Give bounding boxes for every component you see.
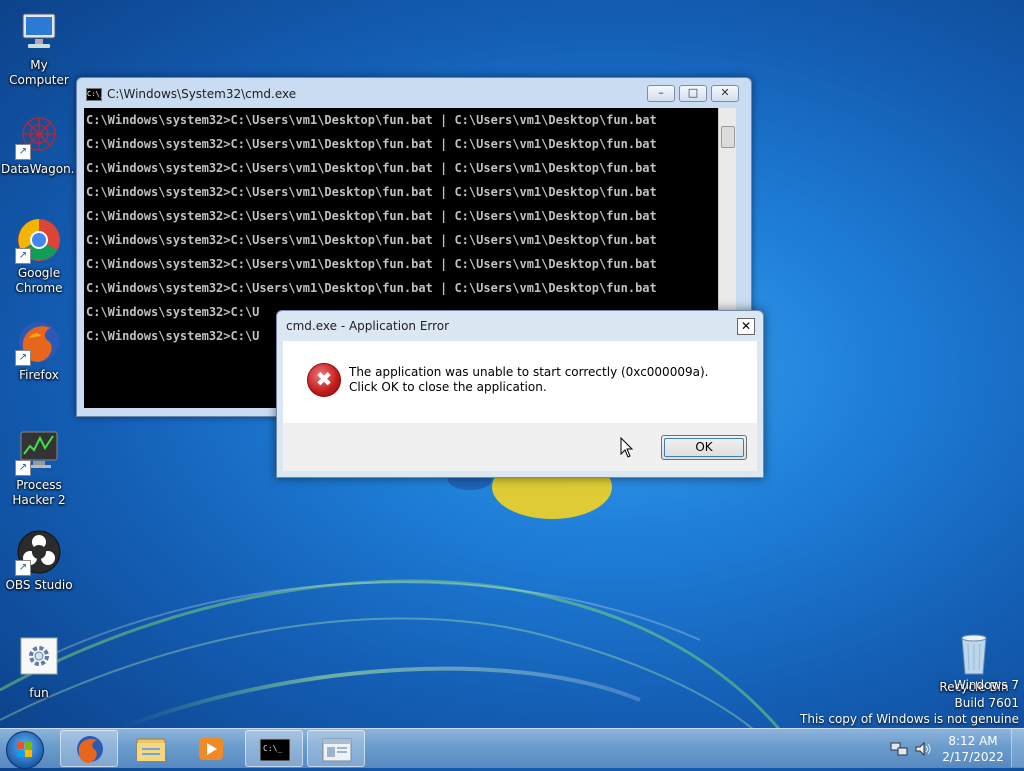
network-icon[interactable] [890, 741, 908, 757]
media-player-icon [199, 738, 223, 760]
watermark-build: Build 7601 [954, 696, 1019, 710]
console-line: C:\Windows\system32>C:\Users\vm1\Desktop… [86, 281, 657, 295]
start-button[interactable] [6, 731, 44, 769]
firefox-icon [77, 736, 103, 763]
desktop-icon-chrome[interactable]: ↗ Google Chrome [1, 216, 77, 296]
show-desktop-button[interactable] [1011, 729, 1024, 767]
desktop-icon-process-hacker[interactable]: ↗ Process Hacker 2 [1, 428, 77, 508]
taskbar: C:\_ 8:12 AM 2/17/2022 [0, 728, 1024, 769]
volume-icon[interactable] [914, 741, 932, 757]
taskbar-firefox-button[interactable] [60, 730, 118, 767]
console-line: C:\Windows\system32>C:\Users\vm1\Desktop… [86, 185, 657, 199]
console-line: C:\Windows\system32>C:\Users\vm1\Desktop… [86, 233, 657, 247]
dialog-body: ✖ The application was unable to start co… [283, 341, 757, 423]
maximize-button[interactable]: □ [679, 85, 707, 102]
desktop-icon-fun[interactable]: fun [1, 636, 77, 701]
shortcut-arrow-icon: ↗ [15, 350, 31, 366]
ok-button-label: OK [695, 440, 713, 454]
desktop-icon-label: OBS Studio [5, 578, 73, 592]
minimize-button[interactable]: – [647, 85, 675, 102]
desktop-icon-firefox[interactable]: ↗ Firefox [1, 318, 77, 383]
console-line: C:\Windows\system32>C:\Users\vm1\Desktop… [86, 113, 657, 127]
shortcut-arrow-icon: ↗ [15, 248, 31, 264]
process-hacker-icon: ↗ [15, 428, 63, 476]
chrome-icon: ↗ [15, 216, 63, 264]
console-line: C:\Windows\system32>C:\Users\vm1\Desktop… [86, 137, 657, 151]
desktop-icon-label: Firefox [19, 368, 59, 382]
shortcut-arrow-icon: ↗ [15, 144, 31, 160]
error-message: The application was unable to start corr… [349, 365, 709, 394]
windows-flag-icon [17, 742, 32, 757]
firefox-icon: ↗ [15, 318, 63, 366]
taskbar-window-button[interactable] [307, 730, 365, 767]
datawagon-icon: ↗ [15, 112, 63, 160]
console-line: C:\Windows\system32>C:\Users\vm1\Desktop… [86, 257, 657, 271]
dialog-close-button[interactable]: ✕ [737, 318, 755, 335]
desktop-icon-label: My Computer [9, 58, 69, 87]
dialog-title: cmd.exe - Application Error [286, 319, 450, 333]
desktop-icon-label: Process Hacker 2 [12, 478, 66, 507]
close-button[interactable]: ✕ [711, 85, 739, 102]
batch-file-icon [15, 636, 63, 684]
recycle-bin-icon [950, 630, 998, 678]
shortcut-arrow-icon: ↗ [15, 460, 31, 476]
cmd-window-title: C:\Windows\System32\cmd.exe [107, 87, 297, 101]
cmd-titlebar[interactable]: C:\_ C:\Windows\System32\cmd.exe – □ ✕ [77, 78, 751, 108]
obs-icon: ↗ [15, 528, 63, 576]
clock-time: 8:12 AM [948, 734, 998, 748]
window-icon [322, 738, 352, 762]
explorer-icon [136, 738, 166, 762]
clock-date: 2/17/2022 [942, 750, 1004, 764]
error-icon: ✖ [307, 363, 341, 397]
svg-text:C:\_: C:\_ [263, 744, 282, 753]
desktop-icon-label: Google Chrome [15, 266, 63, 295]
taskbar-explorer-button[interactable] [122, 730, 180, 767]
shortcut-arrow-icon: ↗ [15, 560, 31, 576]
clock[interactable]: 8:12 AM 2/17/2022 [938, 733, 1008, 765]
desktop-icon-datawagon[interactable]: ↗ DataWagon... [1, 112, 83, 177]
watermark-windows: Windows 7 [953, 678, 1019, 692]
console-line: C:\Windows\system32>C:\Users\vm1\Desktop… [86, 161, 657, 175]
desktop-icon-label: fun [29, 686, 49, 700]
taskbar-cmd-button[interactable]: C:\_ [245, 730, 303, 767]
console-line: C:\Windows\system32>C:\Users\vm1\Desktop… [86, 209, 657, 223]
mouse-cursor-icon [620, 437, 634, 458]
cmd-icon: C:\_ [259, 738, 291, 762]
error-dialog[interactable]: cmd.exe - Application Error ✕ ✖ The appl… [276, 310, 764, 478]
taskbar-media-player-button[interactable] [182, 730, 240, 767]
scrollbar-thumb[interactable] [721, 126, 735, 148]
desktop-icon-my-computer[interactable]: My Computer [1, 8, 77, 88]
computer-icon [15, 8, 63, 56]
ok-button[interactable]: OK [661, 435, 747, 460]
watermark-genuine: This copy of Windows is not genuine [800, 712, 1019, 726]
desktop-icon-label: DataWagon... [1, 162, 83, 176]
cmd-icon: C:\_ [86, 88, 104, 101]
desktop-icon-obs[interactable]: ↗ OBS Studio [1, 528, 77, 593]
dialog-footer: OK [283, 423, 757, 471]
